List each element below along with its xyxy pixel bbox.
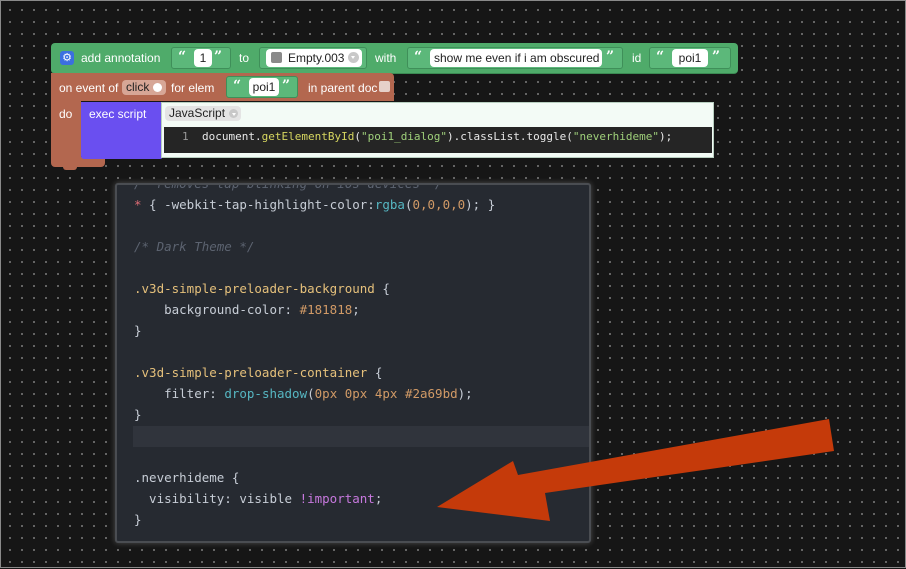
annotation-arrow-icon — [437, 419, 834, 521]
arrow-shape — [437, 419, 834, 521]
